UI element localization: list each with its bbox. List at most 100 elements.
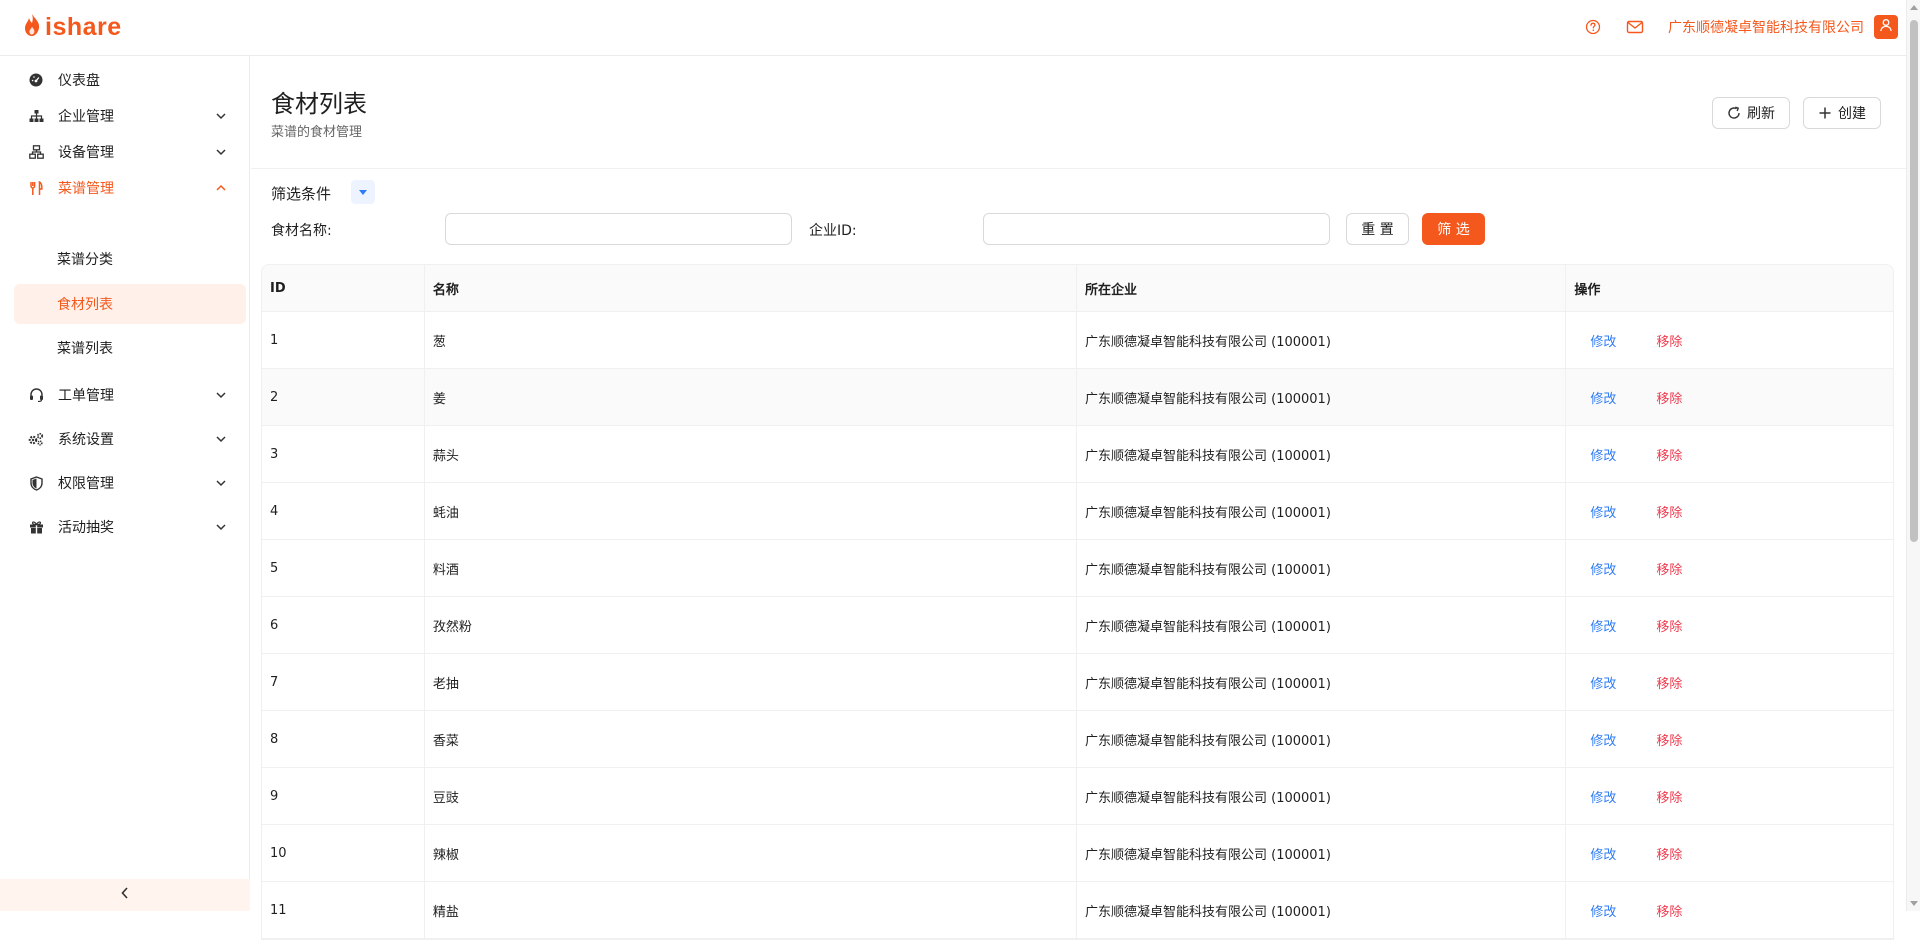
- user-avatar[interactable]: [1874, 15, 1898, 39]
- chevron-down-icon: [214, 476, 228, 490]
- edit-link[interactable]: 修改: [1590, 445, 1616, 464]
- cell-name: 孜然粉: [425, 597, 1077, 653]
- delete-link[interactable]: 移除: [1656, 673, 1682, 692]
- reset-button[interactable]: 重 置: [1346, 213, 1409, 245]
- table-row: 1 葱广东顺德凝卓智能科技有限公司 (100001) 修改 移除: [262, 312, 1893, 369]
- delete-link[interactable]: 移除: [1656, 502, 1682, 521]
- cell-id: 8: [262, 711, 425, 767]
- scrollbar-thumb[interactable]: [1910, 20, 1918, 542]
- sidebar-item-recipes[interactable]: 菜谱管理: [14, 168, 246, 208]
- sidebar-item-devices[interactable]: 设备管理: [14, 132, 246, 172]
- edit-link[interactable]: 修改: [1590, 901, 1616, 920]
- filter-submit-button[interactable]: 筛 选: [1422, 213, 1485, 245]
- page-header: 食材列表 菜谱的食材管理 刷新 创建: [251, 56, 1906, 169]
- cell-actions: 修改 移除: [1566, 540, 1893, 596]
- sidebar-item-work-orders[interactable]: 工单管理: [14, 375, 246, 415]
- table-row: 4 蚝油 广东顺德凝卓智能科技有限公司 (100001) 修改 移除: [262, 483, 1893, 540]
- cell-id: 6: [262, 597, 425, 653]
- cell-company: 广东顺德凝卓智能科技有限公司 (100001): [1077, 540, 1567, 596]
- sidebar-item-enterprise[interactable]: 企业管理: [14, 96, 246, 136]
- cell-actions: 修改 移除: [1566, 882, 1893, 938]
- cell-id: 10: [262, 825, 425, 881]
- scroll-down-icon[interactable]: [1910, 901, 1918, 906]
- edit-link[interactable]: 修改: [1590, 388, 1616, 407]
- sidebar-item-dashboard[interactable]: 仪表盘: [14, 60, 246, 100]
- cell-name: 辣椒: [425, 825, 1077, 881]
- refresh-button[interactable]: 刷新: [1712, 97, 1790, 129]
- gears-icon: [28, 431, 44, 447]
- sidebar-item-system-settings[interactable]: 系统设置: [14, 419, 246, 459]
- edit-link[interactable]: 修改: [1590, 616, 1616, 635]
- sidebar-subitem-ingredients[interactable]: 食材列表: [14, 284, 246, 324]
- sidebar-item-permissions[interactable]: 权限管理: [14, 463, 246, 503]
- ingredient-name-input[interactable]: [445, 213, 792, 245]
- chevron-down-icon: [214, 109, 228, 123]
- delete-link[interactable]: 移除: [1656, 388, 1682, 407]
- edit-link[interactable]: 修改: [1590, 502, 1616, 521]
- brand-name: ishare: [45, 12, 122, 41]
- cell-company: 广东顺德凝卓智能科技有限公司 (100001): [1077, 369, 1567, 425]
- table-row: 5 料酒 广东顺德凝卓智能科技有限公司 (100001) 修改 移除: [262, 540, 1893, 597]
- column-header-id: ID: [262, 265, 425, 311]
- logo[interactable]: ishare: [22, 13, 122, 41]
- mail-icon[interactable]: [1626, 18, 1644, 36]
- scroll-up-icon[interactable]: [1910, 5, 1918, 10]
- create-button[interactable]: 创建: [1803, 97, 1881, 129]
- cell-name: 老抽: [425, 654, 1077, 710]
- delete-link[interactable]: 移除: [1656, 616, 1682, 635]
- sidebar-item-label: 工单管理: [58, 388, 114, 404]
- column-header-actions: 操作: [1574, 282, 1601, 298]
- device-icon: [28, 144, 44, 160]
- table-row: 8 香菜 广东顺德凝卓智能科技有限公司 (100001) 修改 移除: [262, 711, 1893, 768]
- sidebar-subitem-recipe-categories[interactable]: 菜谱分类: [14, 240, 246, 278]
- shield-icon: [28, 475, 44, 491]
- sidebar-item-label: 菜谱管理: [58, 181, 114, 197]
- cell-name: 香菜: [425, 711, 1077, 767]
- cell-actions: 修改 移除: [1566, 483, 1893, 539]
- help-icon[interactable]: [1584, 18, 1602, 36]
- chevron-down-icon: [214, 432, 228, 446]
- delete-link[interactable]: 移除: [1656, 844, 1682, 863]
- edit-link[interactable]: 修改: [1590, 844, 1616, 863]
- edit-link[interactable]: 修改: [1590, 787, 1616, 806]
- dashboard-icon: [28, 72, 44, 88]
- delete-link[interactable]: 移除: [1656, 559, 1682, 578]
- sidebar-subitem-recipe-list[interactable]: 菜谱列表: [14, 328, 246, 368]
- sidebar-item-label: 系统设置: [58, 432, 114, 448]
- company-name-link[interactable]: 广东顺德凝卓智能科技有限公司: [1668, 17, 1864, 37]
- edit-link[interactable]: 修改: [1590, 673, 1616, 692]
- cell-company: 广东顺德凝卓智能科技有限公司 (100001): [1077, 654, 1567, 710]
- company-id-input[interactable]: [983, 213, 1330, 245]
- cell-company: 广东顺德凝卓智能科技有限公司 (100001): [1077, 597, 1567, 653]
- delete-link[interactable]: 移除: [1656, 787, 1682, 806]
- table-row: 7 老抽 广东顺德凝卓智能科技有限公司 (100001) 修改 移除: [262, 654, 1893, 711]
- sidebar-subitem-label: 菜谱分类: [57, 252, 113, 268]
- page-scrollbar[interactable]: [1906, 0, 1920, 911]
- delete-link[interactable]: 移除: [1656, 331, 1682, 350]
- delete-link[interactable]: 移除: [1656, 445, 1682, 464]
- cell-company: 广东顺德凝卓智能科技有限公司 (100001): [1077, 882, 1567, 938]
- edit-link[interactable]: 修改: [1590, 331, 1616, 350]
- cell-actions: 修改 移除: [1566, 597, 1893, 653]
- edit-link[interactable]: 修改: [1590, 559, 1616, 578]
- sidebar-collapse-button[interactable]: [0, 879, 250, 911]
- page-subtitle: 菜谱的食材管理: [271, 125, 363, 140]
- cell-actions: 修改 移除: [1566, 654, 1893, 710]
- cell-id: 4: [262, 483, 425, 539]
- cell-actions: 修改 移除: [1566, 369, 1893, 425]
- cell-id: 7: [262, 654, 425, 710]
- cell-name: 豆豉: [425, 768, 1077, 824]
- table-row: 6 孜然粉 广东顺德凝卓智能科技有限公司 (100001) 修改 移除: [262, 597, 1893, 654]
- main-content: 食材列表 菜谱的食材管理 刷新 创建 筛选条件 食材名称: 企业ID: 重 置 …: [251, 56, 1906, 940]
- sidebar-item-lottery[interactable]: 活动抽奖: [14, 507, 246, 547]
- table-row: 10 辣椒 广东顺德凝卓智能科技有限公司 (100001) 修改 移除: [262, 825, 1893, 882]
- cell-actions: 修改 移除: [1566, 768, 1893, 824]
- org-icon: [28, 108, 44, 124]
- delete-link[interactable]: 移除: [1656, 901, 1682, 920]
- utensils-icon: [28, 180, 44, 196]
- filter-toggle-button[interactable]: [351, 180, 375, 204]
- filter-title: 筛选条件: [271, 185, 332, 203]
- edit-link[interactable]: 修改: [1590, 730, 1616, 749]
- chevron-left-icon: [120, 886, 130, 904]
- delete-link[interactable]: 移除: [1656, 730, 1682, 749]
